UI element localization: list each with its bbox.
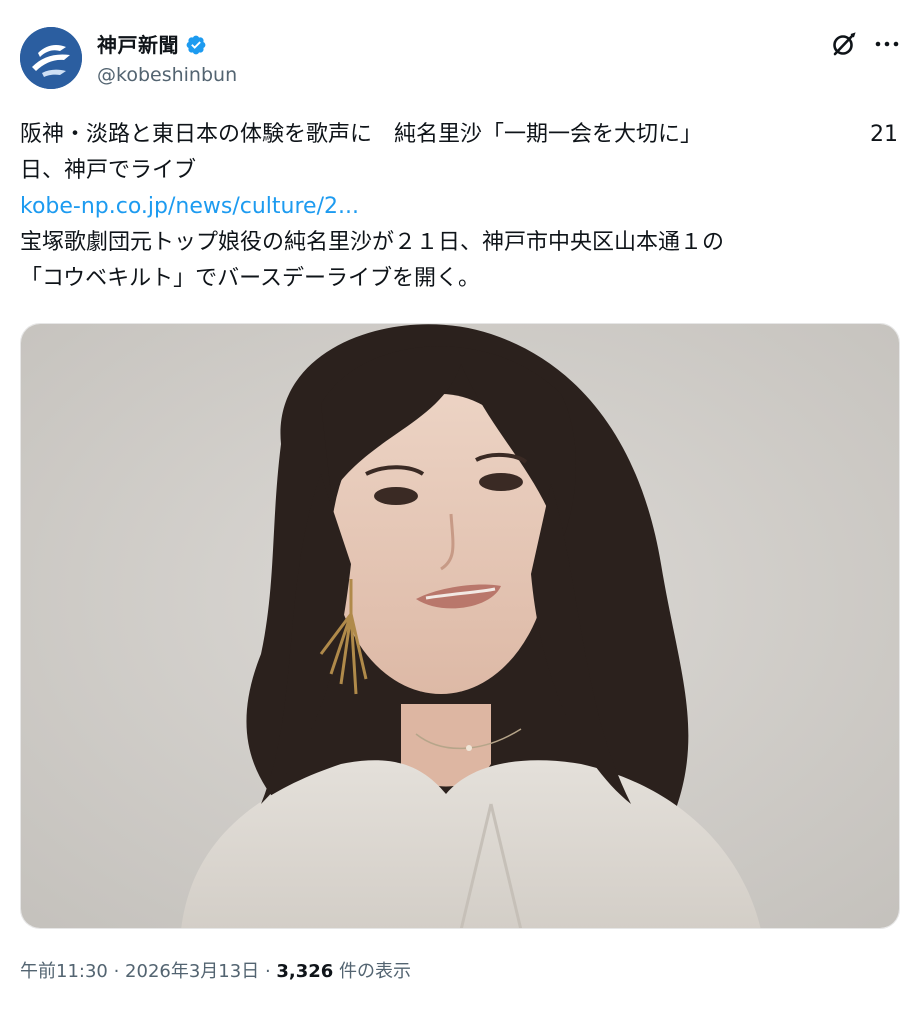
body-text-1: 宝塚歌劇団元トップ娘役の純名里沙が２１日、神戸市中央区山本通１の xyxy=(20,230,725,255)
tweet-date[interactable]: 2026年3月13日 xyxy=(125,961,259,982)
grok-icon xyxy=(833,32,856,56)
headline-text-2: 日、神戸でライブ xyxy=(20,158,197,183)
views-label: 件の表示 xyxy=(333,961,412,982)
headline-line-1: 阪神・淡路と東日本の体験を歌声に 純名里沙「一期一会を大切に」 21 xyxy=(20,117,898,153)
body-line-2: 「コウベキルト」でバースデーライブを開く。 xyxy=(20,261,898,297)
tweet-meta: 午前11:30 · 2026年3月13日 · 3,326 件の表示 xyxy=(20,959,411,985)
link-line: kobe-np.co.jp/news/culture/2... xyxy=(20,189,898,225)
headline-line-2: 日、神戸でライブ xyxy=(20,153,898,189)
avatar[interactable] xyxy=(20,27,82,89)
headline-text-end: 21 xyxy=(870,122,898,147)
body-line-1: 宝塚歌劇団元トップ娘役の純名里沙が２１日、神戸市中央区山本通１の xyxy=(20,225,898,261)
meta-separator-2: · xyxy=(259,961,277,982)
more-options-button[interactable] xyxy=(872,30,902,58)
kobe-shimbun-logo xyxy=(20,27,82,89)
meta-separator: · xyxy=(107,961,126,982)
portrait-photo xyxy=(21,324,899,928)
tweet-text: 阪神・淡路と東日本の体験を歌声に 純名里沙「一期一会を大切に」 21 日、神戸で… xyxy=(20,117,898,297)
verified-badge-icon xyxy=(186,35,206,55)
headline-text: 阪神・淡路と東日本の体験を歌声に 純名里沙「一期一会を大切に」 xyxy=(20,122,703,147)
views-count: 3,326 xyxy=(276,961,334,982)
more-icon xyxy=(875,41,899,47)
grok-button[interactable] xyxy=(830,30,858,58)
tweet-time[interactable]: 午前11:30 xyxy=(20,961,108,982)
tweet-card: 神戸新聞 @kobeshinbun 阪神・淡路と東日本の体験を歌声に 純名里沙「… xyxy=(0,0,912,1010)
tweet-photo[interactable] xyxy=(20,323,900,929)
article-link[interactable]: kobe-np.co.jp/news/culture/2... xyxy=(20,189,359,225)
author-name-row[interactable]: 神戸新聞 xyxy=(97,31,207,59)
author-handle[interactable]: @kobeshinbun xyxy=(97,63,237,87)
body-text-2: 「コウベキルト」でバースデーライブを開く。 xyxy=(20,266,481,291)
author-display-name[interactable]: 神戸新聞 xyxy=(97,32,179,58)
